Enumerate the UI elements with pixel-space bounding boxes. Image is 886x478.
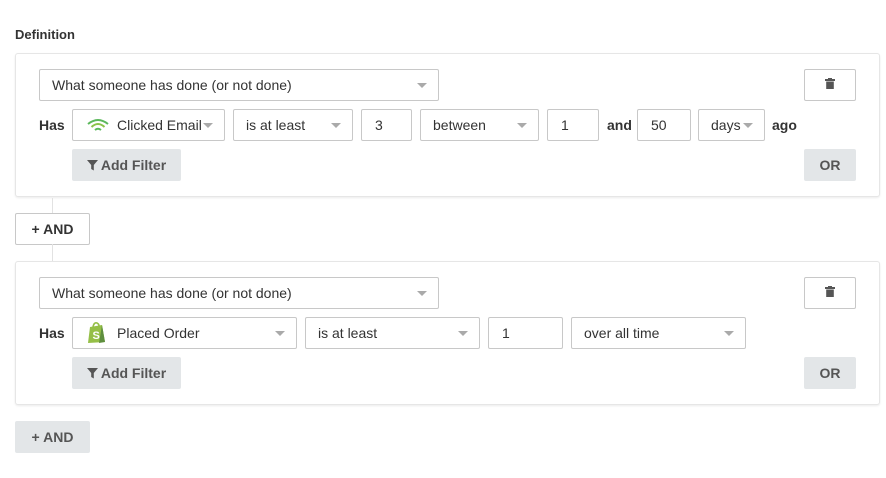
operator-select[interactable]: is at least	[233, 109, 353, 141]
range-start-input[interactable]: 1	[547, 109, 599, 141]
chevron-down-icon	[743, 123, 753, 128]
chevron-down-icon	[517, 123, 527, 128]
ago-label: ago	[772, 117, 797, 133]
filter-icon	[86, 159, 98, 171]
add-filter-button[interactable]: Add Filter	[72, 149, 181, 181]
svg-text:S: S	[93, 330, 100, 342]
condition-group-1: What someone has done (or not done) Has	[15, 53, 880, 197]
wifi-icon	[87, 117, 109, 133]
count-input[interactable]: 1	[488, 317, 563, 349]
condition-type-select[interactable]: What someone has done (or not done)	[39, 69, 439, 101]
delete-condition-button[interactable]	[804, 69, 856, 101]
add-and-button[interactable]: + AND	[15, 213, 90, 245]
operator-select[interactable]: is at least	[305, 317, 480, 349]
condition-group-2: What someone has done (or not done) Has …	[15, 261, 880, 405]
chevron-down-icon	[331, 123, 341, 128]
add-filter-label: Add Filter	[100, 157, 167, 173]
condition-type-select[interactable]: What someone has done (or not done)	[39, 277, 439, 309]
trash-icon	[825, 76, 835, 94]
connector-line	[52, 244, 53, 261]
chevron-down-icon	[275, 331, 285, 336]
condition-type-value: What someone has done (or not done)	[52, 285, 292, 301]
metric-select[interactable]: Clicked Email	[72, 109, 225, 141]
has-label: Has	[39, 117, 65, 133]
has-label: Has	[39, 325, 65, 341]
chevron-down-icon	[417, 291, 427, 296]
metric-value: Placed Order	[117, 325, 200, 341]
time-mode-select[interactable]: between	[420, 109, 539, 141]
metric-select[interactable]: S Placed Order	[72, 317, 297, 349]
add-filter-label: Add Filter	[100, 365, 167, 381]
chevron-down-icon	[458, 331, 468, 336]
trash-icon	[825, 284, 835, 302]
metric-value: Clicked Email	[117, 117, 202, 133]
operator-value: is at least	[246, 117, 306, 133]
condition-type-value: What someone has done (or not done)	[52, 77, 292, 93]
operator-value: is at least	[318, 325, 378, 341]
delete-condition-button[interactable]	[804, 277, 856, 309]
or-button[interactable]: OR	[804, 357, 856, 389]
filter-icon	[86, 367, 98, 379]
and-range-label: and	[607, 117, 632, 133]
time-mode-value: between	[433, 117, 486, 133]
connector-line	[52, 198, 53, 214]
shopify-icon: S	[87, 322, 107, 344]
range-end-input[interactable]: 50	[637, 109, 691, 141]
definition-title: Definition	[15, 27, 75, 42]
count-input[interactable]: 3	[361, 109, 412, 141]
add-filter-button[interactable]: Add Filter	[72, 357, 181, 389]
time-mode-value: over all time	[584, 325, 660, 341]
add-and-button[interactable]: + AND	[15, 421, 90, 453]
time-mode-select[interactable]: over all time	[571, 317, 746, 349]
chevron-down-icon	[417, 83, 427, 88]
unit-value: days	[711, 117, 741, 133]
segment-definition-page: Definition What someone has done (or not…	[0, 0, 886, 478]
or-button[interactable]: OR	[804, 149, 856, 181]
unit-select[interactable]: days	[698, 109, 765, 141]
chevron-down-icon	[203, 123, 213, 128]
chevron-down-icon	[724, 331, 734, 336]
